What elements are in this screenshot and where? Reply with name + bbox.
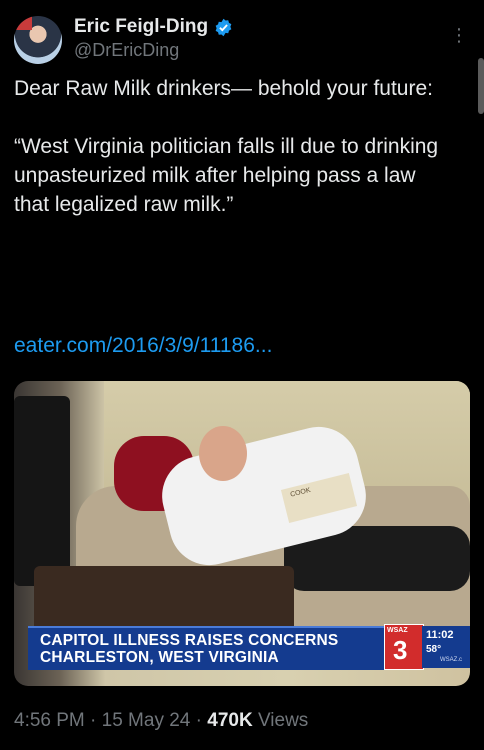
broadcast-time: 11:02 [426,629,454,641]
broadcast-temp: 58° [426,644,442,655]
author-name[interactable]: Eric Feigl-Ding [74,16,208,38]
verified-badge-icon [215,18,232,36]
avatar-flag [14,16,32,30]
author-name-row: Eric Feigl-Ding [74,16,233,38]
banner-location: CHARLESTON, WEST VIRGINIA [40,649,279,666]
time-temp-box: 11:02 58° WSAZ.c [422,626,470,668]
tweet-header: Eric Feigl-Ding @DrEricDing ⋮ [14,12,474,64]
channel-number: 3 [393,635,408,665]
author-handle[interactable]: @DrEricDing [74,40,179,61]
media-person-head [199,426,247,481]
station-logo: WSAZ 3 [384,624,424,670]
banner-headline: CAPITOL ILLNESS RAISES CONCERNS [40,632,339,649]
book-label: COOK [289,486,312,499]
author-avatar[interactable] [14,16,62,64]
station-label: WSAZ [387,627,408,634]
news-banner: CAPITOL ILLNESS RAISES CONCERNS CHARLEST… [28,626,402,670]
tweet-footer: 4:56 PM · 15 May 24 · 470K Views [14,710,308,732]
broadcast-site: WSAZ.c [440,657,462,663]
tweet-link[interactable]: eater.com/2016/3/9/11186... [14,334,272,358]
tweet-text: Dear Raw Milk drinkers— behold your futu… [14,77,439,216]
tweet-timestamp[interactable]: 4:56 PM · 15 May 24 · [14,710,207,731]
views-label: Views [252,710,309,731]
more-options-icon[interactable]: ⋮ [450,26,468,44]
views-count: 470K [207,710,253,731]
tweet-media-image[interactable]: COOK CAPITOL ILLNESS RAISES CONCERNS CHA… [14,381,470,686]
media-chair [14,396,70,586]
scrollbar[interactable] [478,58,484,114]
